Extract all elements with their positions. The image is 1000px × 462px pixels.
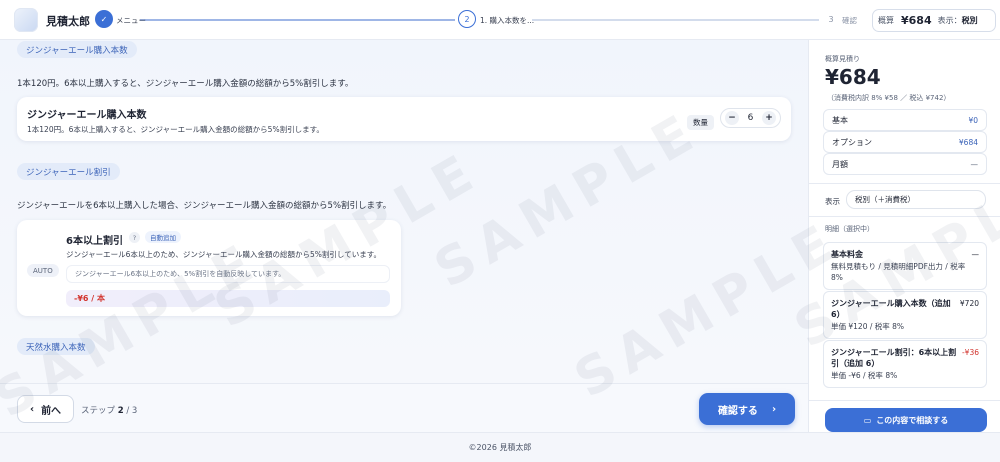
progress-track-pending: [532, 19, 819, 21]
step-1-check-icon[interactable]: ✓: [95, 10, 113, 28]
quantity-label: 数量: [687, 115, 714, 130]
option-card-bulk-discount: AUTO 6本以上割引 ? 自動追加 ジンジャーエール6本以上のため、ジンジャー…: [17, 220, 401, 316]
section-desc-ginger-discount: ジンジャーエールを6本以上購入した場合、ジンジャーエール購入金額の総額から5%割…: [17, 201, 392, 211]
discount-note: ジンジャーエール6本以上のため、5%割引を自動反映しています。: [66, 265, 390, 283]
summary-amount: ¥684: [901, 14, 932, 27]
step-3-indicator[interactable]: 3: [822, 10, 840, 28]
sidebar-row-option: オプション ¥684: [823, 131, 987, 153]
section-chip-ginger-discount: ジンジャーエール割引: [17, 163, 120, 180]
app-header: 見積太郎 ✓ メニュー 2 1. 購入本数を... 3 確認 概算 ¥684 表…: [0, 0, 1000, 40]
chevron-right-icon: ›: [771, 403, 777, 415]
brand-name: 見積太郎: [46, 15, 90, 28]
sidebar-divider: [809, 400, 1000, 401]
sidebar-row-base: 基本 ¥0: [823, 109, 987, 131]
consult-button[interactable]: ▭ この内容で相談する: [825, 408, 987, 432]
step-3-label[interactable]: 確認: [842, 15, 857, 26]
option-description: 1本120円。6本以上購入すると、ジンジャーエール購入金額の総額から5%割引しま…: [27, 125, 324, 134]
quantity-value: 6: [747, 113, 754, 123]
option-card-ginger-quantity: ジンジャーエール購入本数 1本120円。6本以上購入すると、ジンジャーエール購入…: [17, 97, 791, 141]
next-label: 確認する: [717, 405, 758, 417]
estimate-summary-pill[interactable]: 概算 ¥684 表示：税別: [872, 9, 996, 32]
summary-tax-mode: 表示：税別: [937, 16, 978, 25]
sidebar-tax-breakdown: （消費税内訳 8% ¥58 ／ 税込 ¥742）: [827, 94, 951, 102]
auto-badge: AUTO: [27, 264, 59, 277]
sidebar-row-monthly: 月額 —: [823, 153, 987, 175]
option-title: ジンジャーエール購入本数: [27, 110, 147, 121]
step-2-indicator[interactable]: 2: [458, 10, 476, 28]
summary-label: 概算: [878, 16, 894, 25]
help-icon[interactable]: ?: [129, 232, 140, 243]
main-content[interactable]: ジンジャーエール購入本数 1本120円。6本以上購入すると、ジンジャーエール購入…: [0, 40, 808, 383]
detail-item-ginger-discount: ジンジャーエール割引：6本以上割引（追加 6） -¥36 単価 -¥6 / 税率 …: [823, 340, 987, 388]
step-indicator: ステップ 2 / 3: [81, 406, 138, 416]
discount-title: 6本以上割引: [66, 236, 123, 247]
progress-track-done: [140, 19, 455, 21]
prev-label: 前へ: [41, 405, 62, 417]
section-desc-ginger-quantity: 1本120円。6本以上購入すると、ジンジャーエール購入金額の総額から5%割引しま…: [17, 79, 354, 89]
decrement-button[interactable]: −: [725, 111, 739, 125]
step-2-label[interactable]: 1. 購入本数を...: [480, 15, 534, 26]
copyright-footer: ©2026 見積太郎: [0, 432, 1000, 462]
quantity-stepper[interactable]: − 6 +: [720, 108, 781, 128]
sidebar-total-amount: ¥684: [825, 65, 881, 89]
section-chip-ginger-quantity: ジンジャーエール購入本数: [17, 41, 137, 58]
app-logo: [14, 8, 38, 32]
section-chip-water-quantity: 天然水購入本数: [17, 338, 95, 355]
discount-price: -¥6 / 本: [66, 290, 390, 307]
chat-icon: ▭: [863, 415, 872, 425]
tax-display-select[interactable]: 税別（＋消費税）: [846, 190, 986, 209]
step-1-label[interactable]: メニュー: [116, 15, 146, 26]
wizard-action-bar: ‹ 前へ ステップ 2 / 3 確認する ›: [0, 383, 808, 432]
sidebar-divider: [809, 183, 1000, 184]
sidebar-title: 概算見積り: [825, 55, 860, 63]
auto-added-badge: 自動追加: [145, 231, 181, 243]
increment-button[interactable]: +: [761, 111, 776, 125]
prev-button[interactable]: ‹ 前へ: [17, 395, 74, 423]
detail-heading: 明細（選択中）: [825, 225, 874, 233]
sidebar-divider: [809, 216, 1000, 217]
next-confirm-button[interactable]: 確認する ›: [699, 393, 795, 425]
estimate-sidebar: 概算見積り ¥684 （消費税内訳 8% ¥58 ／ 税込 ¥742） 基本 ¥0…: [808, 40, 1000, 432]
discount-description: ジンジャーエール6本以上のため、ジンジャーエール購入金額の総額から5%割引してい…: [66, 250, 381, 259]
detail-item-base-fee: 基本料金 — 無料見積もり / 見積明細PDF出力 / 税率 8%: [823, 242, 987, 290]
display-label: 表示: [825, 197, 840, 206]
detail-item-ginger-quantity: ジンジャーエール購入本数（追加 6） ¥720 単価 ¥120 / 税率 8%: [823, 291, 987, 339]
chevron-left-icon: ‹: [29, 403, 35, 415]
